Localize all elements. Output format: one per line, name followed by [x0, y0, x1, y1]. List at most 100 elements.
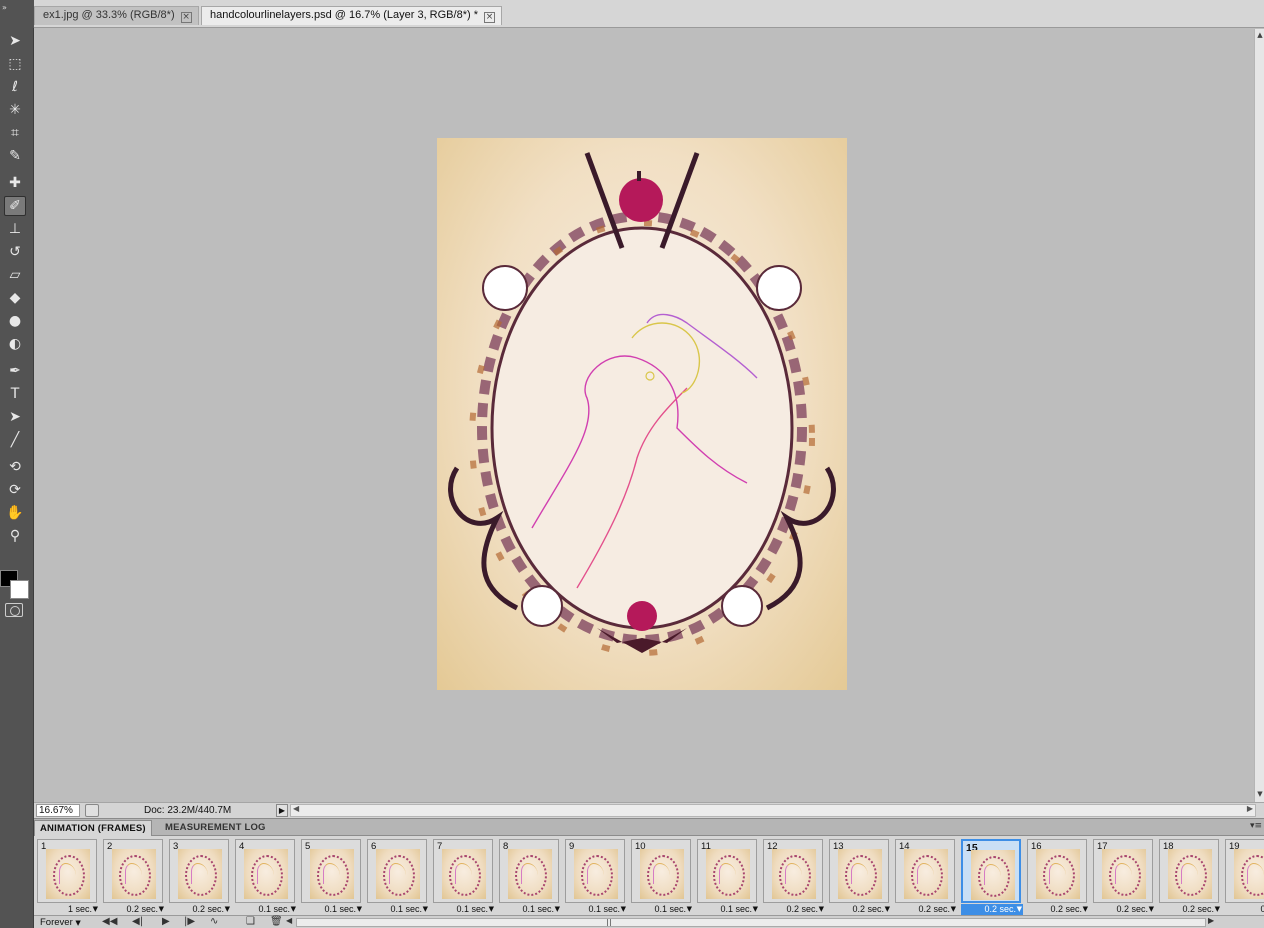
previous-frame-button[interactable]: ◀| [132, 916, 143, 927]
zoom-level-field[interactable]: 16.67% [36, 804, 80, 817]
frame-box[interactable]: 12 [763, 839, 823, 903]
frames-scrollbar[interactable] [296, 918, 1206, 927]
frame-box[interactable]: 15 [961, 839, 1021, 903]
blur-tool-icon[interactable]: ● [4, 311, 26, 331]
frame-box[interactable]: 2 [103, 839, 163, 903]
frame-delay-select[interactable]: 0.1 sec. ▼ [235, 904, 297, 915]
frame-box[interactable]: 14 [895, 839, 955, 903]
animation-frame[interactable]: 3 0.2 sec. ▼ [169, 839, 231, 915]
eraser-tool-icon[interactable]: ▱ [4, 265, 26, 285]
move-tool-icon[interactable]: ➤ [4, 31, 26, 51]
healing-brush-tool-icon[interactable]: ✚ [4, 173, 26, 193]
frame-box[interactable]: 5 [301, 839, 361, 903]
frame-delay-select[interactable]: 0.1 sec. ▼ [301, 904, 363, 915]
status-info-icon[interactable] [85, 804, 99, 817]
brush-tool-icon[interactable]: ✐ [4, 196, 26, 216]
frame-delay-select[interactable]: 0.2 sec. ▼ [1093, 904, 1155, 915]
dodge-tool-icon[interactable]: ◐ [4, 334, 26, 354]
tab-handcolourlinelayers[interactable]: handcolourlinelayers.psd @ 16.7% (Layer … [201, 6, 502, 25]
tab-measurement-log[interactable]: MEASUREMENT LOG [160, 820, 271, 836]
frame-delay-select[interactable]: 1 sec. ▼ [37, 904, 99, 915]
type-tool-icon[interactable]: T [4, 384, 26, 404]
duplicate-frame-icon[interactable]: ❑ [246, 916, 255, 927]
frame-box[interactable]: 13 [829, 839, 889, 903]
frame-box[interactable]: 7 [433, 839, 493, 903]
frame-delay-select[interactable]: 0.1 sec. ▼ [367, 904, 429, 915]
document-canvas[interactable] [437, 138, 847, 690]
animation-frame[interactable]: 8 0.1 sec. ▼ [499, 839, 561, 915]
paint-bucket-tool-icon[interactable]: ◆ [4, 288, 26, 308]
frame-delay-select[interactable]: 0.1 sec. ▼ [433, 904, 495, 915]
magic-wand-tool-icon[interactable]: ✳ [4, 100, 26, 120]
animation-frame[interactable]: 12 0.2 sec. ▼ [763, 839, 825, 915]
path-selection-tool-icon[interactable]: ➤ [4, 407, 26, 427]
animation-frame[interactable]: 4 0.1 sec. ▼ [235, 839, 297, 915]
first-frame-button[interactable]: ◀◀ [102, 916, 117, 927]
frame-delay-select[interactable]: 0.1 sec. ▼ [565, 904, 627, 915]
loop-options-select[interactable]: Forever ▼ [40, 917, 81, 928]
animation-frame[interactable]: 11 sec. ▼ [37, 839, 99, 915]
animation-frame[interactable]: 13 0.2 sec. ▼ [829, 839, 891, 915]
frame-delay-select[interactable]: 0.2 sec. ▼ [829, 904, 891, 915]
crop-tool-icon[interactable]: ⌗ [4, 123, 26, 143]
animation-frame[interactable]: 6 0.1 sec. ▼ [367, 839, 429, 915]
scroll-down-icon[interactable]: ▼ [1256, 790, 1264, 800]
panel-menu-icon[interactable]: ▾≡ [1250, 821, 1262, 831]
panel-collapse-corner[interactable]: » [0, 0, 34, 28]
vertical-scrollbar[interactable]: ▲ ▼ [1254, 29, 1264, 802]
background-color-swatch[interactable] [10, 580, 29, 599]
canvas-area[interactable] [34, 29, 1254, 802]
animation-frame[interactable]: 190.2 s▼ [1225, 839, 1264, 915]
frame-delay-select[interactable]: 0.1 sec. ▼ [697, 904, 759, 915]
tab-ex1[interactable]: ex1.jpg @ 33.3% (RGB/8*) × [34, 6, 199, 25]
frame-box[interactable]: 8 [499, 839, 559, 903]
pen-tool-icon[interactable]: ✒ [4, 361, 26, 381]
scroll-right-icon[interactable]: ▶ [1208, 916, 1214, 925]
hand-tool-icon[interactable]: ✋ [4, 503, 26, 523]
scroll-up-icon[interactable]: ▲ [1256, 31, 1264, 41]
animation-frame[interactable]: 9 0.1 sec. ▼ [565, 839, 627, 915]
clone-stamp-tool-icon[interactable]: ⊥ [4, 219, 26, 239]
frame-box[interactable]: 11 [697, 839, 757, 903]
frame-box[interactable]: 19 [1225, 839, 1264, 903]
frame-box[interactable]: 10 [631, 839, 691, 903]
eyedropper-tool-icon[interactable]: ✎ [4, 146, 26, 166]
animation-frame[interactable]: 7 0.1 sec. ▼ [433, 839, 495, 915]
lasso-tool-icon[interactable]: ℓ [4, 77, 26, 97]
frame-box[interactable]: 1 [37, 839, 97, 903]
horizontal-scrollbar[interactable]: ◀ ▶ [290, 804, 1256, 817]
animation-frame[interactable]: 11 0.1 sec. ▼ [697, 839, 759, 915]
animation-frame[interactable]: 17 0.2 sec. ▼ [1093, 839, 1155, 915]
3d-rotate-tool-icon[interactable]: ⟲ [4, 457, 26, 477]
animation-frame[interactable]: 18 0.2 sec. ▼ [1159, 839, 1221, 915]
frame-delay-select[interactable]: 0.2 sec. ▼ [961, 904, 1023, 915]
quick-mask-icon[interactable] [5, 603, 23, 617]
frame-delay-select[interactable]: 0.1 sec. ▼ [499, 904, 561, 915]
frame-delay-select[interactable]: 0.2 sec. ▼ [895, 904, 957, 915]
tab-animation-frames[interactable]: ANIMATION (FRAMES) [34, 820, 152, 836]
3d-orbit-tool-icon[interactable]: ⟳ [4, 480, 26, 500]
tween-icon[interactable]: ∿ [210, 916, 218, 927]
next-frame-button[interactable]: |▶ [184, 916, 195, 927]
frame-box[interactable]: 4 [235, 839, 295, 903]
frame-delay-select[interactable]: 0.2 sec. ▼ [763, 904, 825, 915]
animation-frame[interactable]: 14 0.2 sec. ▼ [895, 839, 957, 915]
frame-box[interactable]: 17 [1093, 839, 1153, 903]
frame-delay-select[interactable]: 0.2 s▼ [1225, 904, 1264, 915]
animation-frame[interactable]: 10 0.1 sec. ▼ [631, 839, 693, 915]
frame-delay-select[interactable]: 0.2 sec. ▼ [169, 904, 231, 915]
status-menu-arrow-icon[interactable]: ▶ [276, 804, 288, 817]
frame-box[interactable]: 16 [1027, 839, 1087, 903]
frame-box[interactable]: 9 [565, 839, 625, 903]
scroll-right-icon[interactable]: ▶ [1247, 804, 1253, 813]
frame-delay-select[interactable]: 0.2 sec. ▼ [1159, 904, 1221, 915]
animation-frame[interactable]: 5 0.1 sec. ▼ [301, 839, 363, 915]
history-brush-tool-icon[interactable]: ↺ [4, 242, 26, 262]
frame-box[interactable]: 3 [169, 839, 229, 903]
frame-delay-select[interactable]: 0.1 sec. ▼ [631, 904, 693, 915]
frame-box[interactable]: 6 [367, 839, 427, 903]
frame-box[interactable]: 18 [1159, 839, 1219, 903]
animation-frame[interactable]: 15 0.2 sec. ▼ [961, 839, 1023, 915]
frame-delay-select[interactable]: 0.2 sec. ▼ [103, 904, 165, 915]
marquee-tool-icon[interactable]: ⬚ [4, 54, 26, 74]
